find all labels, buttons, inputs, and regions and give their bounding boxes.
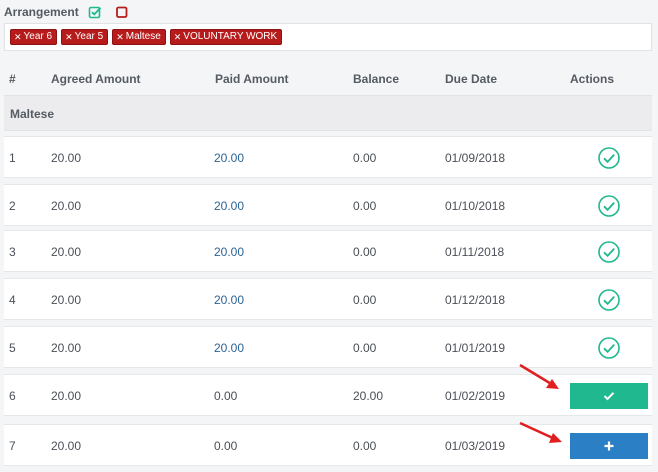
balance: 0.00 [353, 293, 377, 307]
arrangement-bar: Arrangement [4, 3, 129, 20]
paid-check-icon [597, 288, 621, 312]
paid-check-icon [597, 240, 621, 264]
col-balance: Balance [353, 72, 400, 86]
due-date: 01/10/2018 [445, 199, 506, 213]
agreed-amount: 20.00 [51, 341, 82, 355]
row-index: 1 [9, 151, 16, 165]
due-date: 01/03/2019 [445, 439, 506, 453]
tag-chip[interactable]: ✕ Year 5 [61, 29, 109, 45]
table-row: 2 20.00 20.00 0.00 01/10/2018 [4, 184, 652, 226]
table-row: 1 20.00 20.00 0.00 01/09/2018 [4, 136, 652, 178]
table-row: 3 20.00 20.00 0.00 01/11/2018 [4, 230, 652, 272]
annotation-arrow-icon [519, 363, 559, 389]
agreed-amount: 20.00 [51, 389, 82, 403]
table-row: 4 20.00 20.00 0.00 01/12/2018 [4, 278, 652, 320]
balance: 0.00 [353, 245, 377, 259]
check-square-icon[interactable] [88, 5, 102, 19]
tag-filter-box[interactable]: ✕ Year 6 ✕ Year 5 ✕ Maltese ✕ VOLUNTARY WORK [4, 23, 652, 51]
tag-label: Maltese [125, 31, 161, 42]
row-index: 7 [9, 439, 16, 453]
balance: 20.00 [353, 389, 384, 403]
paid-amount-link[interactable]: 20.00 [214, 245, 244, 259]
paid-check-icon [597, 194, 621, 218]
paid-amount-link[interactable]: 20.00 [214, 293, 244, 307]
due-date: 01/09/2018 [445, 151, 506, 165]
agreed-amount: 20.00 [51, 245, 82, 259]
remove-tag-icon[interactable]: ✕ [65, 30, 73, 44]
tag-label: VOLUNTARY WORK [183, 31, 278, 42]
mark-paid-button[interactable] [570, 383, 648, 409]
balance: 0.00 [353, 151, 377, 165]
tag-label: Year 5 [74, 31, 104, 42]
remove-tag-icon[interactable]: ✕ [174, 30, 182, 44]
tag-chip[interactable]: ✕ Maltese [112, 29, 166, 45]
row-index: 6 [9, 389, 16, 403]
remove-tag-icon[interactable]: ✕ [116, 30, 124, 44]
balance: 0.00 [353, 439, 377, 453]
group-label: Maltese [10, 107, 55, 121]
paid-amount-link[interactable]: 20.00 [214, 341, 244, 355]
due-date: 01/01/2019 [445, 341, 506, 355]
due-date: 01/11/2018 [445, 245, 505, 259]
balance: 0.00 [353, 341, 377, 355]
square-icon[interactable] [115, 5, 129, 19]
col-paid-amount: Paid Amount [215, 72, 289, 86]
agreed-amount: 20.00 [51, 199, 82, 213]
table-header: # Agreed Amount Paid Amount Balance Due … [0, 70, 658, 88]
add-payment-button[interactable] [570, 433, 648, 459]
col-actions: Actions [570, 72, 615, 86]
row-index: 2 [9, 199, 16, 213]
paid-amount: 0.00 [214, 389, 238, 403]
annotation-arrow-icon [519, 421, 562, 443]
due-date: 01/02/2019 [445, 389, 506, 403]
tag-label: Year 6 [23, 31, 53, 42]
col-index: # [9, 72, 16, 86]
balance: 0.00 [353, 199, 377, 213]
col-due-date: Due Date [445, 72, 498, 86]
due-date: 01/12/2018 [445, 293, 506, 307]
col-agreed-amount: Agreed Amount [51, 72, 141, 86]
agreed-amount: 20.00 [51, 293, 82, 307]
agreed-amount: 20.00 [51, 151, 82, 165]
group-row: Maltese [4, 95, 652, 131]
remove-tag-icon[interactable]: ✕ [14, 30, 22, 44]
tag-chip[interactable]: ✕ Year 6 [10, 29, 58, 45]
paid-amount: 0.00 [214, 439, 238, 453]
paid-check-icon [597, 336, 621, 360]
paid-amount-link[interactable]: 20.00 [214, 151, 244, 165]
row-index: 5 [9, 341, 16, 355]
paid-amount-link[interactable]: 20.00 [214, 199, 244, 213]
tag-chip[interactable]: ✕ VOLUNTARY WORK [169, 29, 283, 45]
plus-icon [604, 441, 614, 451]
row-index: 3 [9, 245, 16, 259]
arrangement-label: Arrangement [4, 4, 79, 19]
paid-check-icon [597, 146, 621, 170]
row-index: 4 [9, 293, 16, 307]
check-icon [603, 392, 615, 401]
agreed-amount: 20.00 [51, 439, 82, 453]
